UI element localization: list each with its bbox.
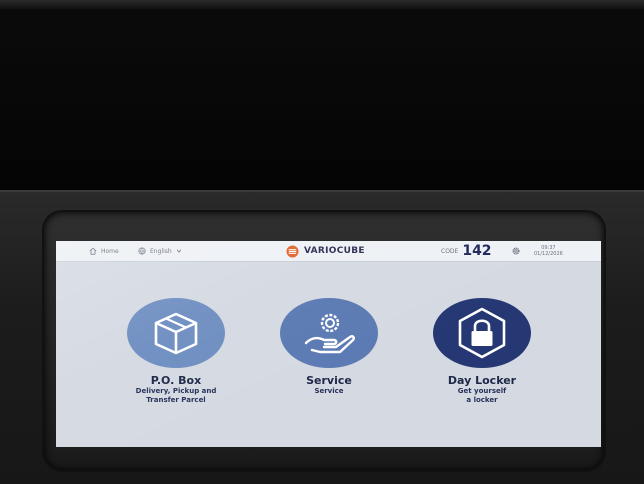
code-value: 142 bbox=[462, 243, 492, 259]
day-locker-subtitle-line2: a locker bbox=[466, 396, 498, 404]
brand-logo: VARIOCUBE bbox=[286, 241, 365, 261]
po-box-subtitle-line2: Transfer Parcel bbox=[146, 396, 206, 404]
settings-button[interactable] bbox=[511, 241, 521, 261]
po-box-title: P.O. Box bbox=[150, 374, 202, 387]
touch-screen: Home English VARIOCUBE CODE 142 09:37 01… bbox=[56, 241, 601, 447]
po-box-subtitle-line1: Delivery, Pickup and bbox=[135, 387, 217, 395]
box-icon bbox=[154, 312, 198, 355]
gear-icon bbox=[512, 247, 520, 255]
day-locker-circle bbox=[433, 298, 531, 368]
home-icon bbox=[89, 247, 97, 255]
day-locker-tile[interactable]: Day Locker Get yourself a locker bbox=[414, 298, 550, 418]
service-subtitle-line1: Service bbox=[314, 387, 344, 395]
chevron-down-icon bbox=[176, 249, 181, 253]
variocube-logo-icon bbox=[286, 244, 299, 258]
lock-icon bbox=[458, 307, 506, 359]
language-label: English bbox=[150, 247, 172, 255]
code-display: CODE 142 bbox=[441, 241, 492, 261]
language-selector[interactable]: English bbox=[138, 241, 182, 261]
hand-gear-icon bbox=[304, 313, 355, 354]
home-button[interactable]: Home bbox=[89, 241, 119, 261]
brand-name: VARIOCUBE bbox=[304, 246, 365, 256]
clock: 09:37 01/12/2026 bbox=[534, 241, 563, 261]
service-circle bbox=[280, 298, 378, 368]
home-label: Home bbox=[101, 247, 119, 255]
code-label: CODE bbox=[441, 247, 459, 255]
kiosk-top-edge bbox=[0, 0, 644, 9]
po-box-circle bbox=[127, 298, 225, 368]
po-box-tile[interactable]: P.O. Box Delivery, Pickup and Transfer P… bbox=[108, 298, 244, 418]
date-text: 01/12/2026 bbox=[534, 251, 563, 257]
day-locker-title: Day Locker bbox=[447, 374, 517, 387]
service-tile[interactable]: Service Service bbox=[261, 298, 397, 418]
top-bar: Home English VARIOCUBE CODE 142 09:37 01… bbox=[56, 241, 601, 262]
globe-icon bbox=[138, 247, 146, 255]
kiosk-scene: Home English VARIOCUBE CODE 142 09:37 01… bbox=[0, 0, 644, 484]
day-locker-subtitle-line1: Get yourself bbox=[457, 387, 507, 395]
service-title: Service bbox=[306, 374, 352, 387]
